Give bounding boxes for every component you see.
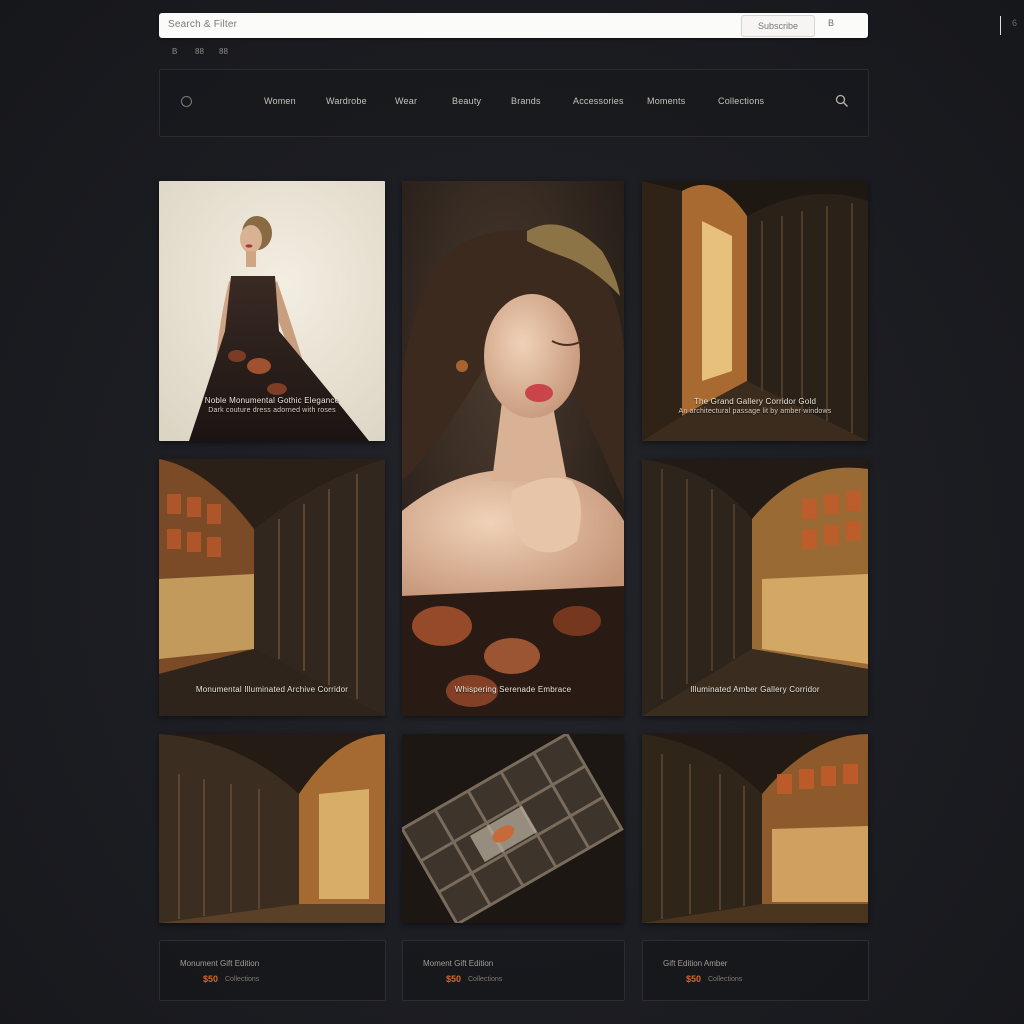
nav-item-beauty[interactable]: Beauty <box>452 96 481 106</box>
corridor-photo <box>642 459 868 716</box>
card-title: Gift Edition Amber <box>663 959 728 968</box>
tile-subcaption: Dark couture dress adorned with roses <box>208 407 336 414</box>
tile-subcaption: An architectural passage lit by amber wi… <box>678 408 832 415</box>
card-meta: Collections <box>225 976 260 983</box>
tile-caption: Monumental Illuminated Archive Corridor <box>195 685 349 694</box>
corridor-photo <box>159 734 385 923</box>
gallery-tile-corridor-2[interactable]: Monumental Illuminated Archive Corridor <box>159 459 385 716</box>
card-meta: Collections <box>708 976 743 983</box>
gallery-tile-corridor-1[interactable]: The Grand Gallery Corridor Gold An archi… <box>642 181 868 441</box>
tile-caption: Noble Monumental Gothic Elegance <box>204 396 340 405</box>
gallery-tile-dress[interactable]: Noble Monumental Gothic Elegance Dark co… <box>159 181 385 441</box>
gallery-tile-corridor-4[interactable] <box>159 734 385 923</box>
menu-icon[interactable]: 6 <box>1012 18 1017 28</box>
product-card[interactable]: Moment Gift Edition $50 Collections <box>402 940 625 1001</box>
nav-item-accessories[interactable]: Accessories <box>573 96 624 106</box>
toolbar-icon-3[interactable]: 88 <box>219 47 228 56</box>
corridor-photo <box>642 734 868 923</box>
product-card[interactable]: Monument Gift Edition $50 Collections <box>159 940 386 1001</box>
nav-item-moments[interactable]: Moments <box>647 96 685 106</box>
tile-caption: Illuminated Amber Gallery Corridor <box>690 685 820 694</box>
portrait-photo <box>402 181 624 716</box>
card-title: Monument Gift Edition <box>180 959 260 968</box>
shelves-photo <box>402 734 624 923</box>
search-icon[interactable] <box>835 94 849 108</box>
card-title: Moment Gift Edition <box>423 959 494 968</box>
card-price: $50 <box>446 974 462 984</box>
browser-address-bar[interactable]: Search & Filter Subscribe B 6 <box>159 13 1017 38</box>
nav-item-collections[interactable]: Collections <box>718 96 764 106</box>
product-card[interactable]: Gift Edition Amber $50 Collections <box>642 940 869 1001</box>
main-navigation: Women Wardrobe Wear Beauty Brands Access… <box>159 69 869 137</box>
toolbar-icon-1[interactable]: B <box>172 47 177 56</box>
gallery-tile-corridor-3[interactable]: Illuminated Amber Gallery Corridor <box>642 459 868 716</box>
card-meta: Collections <box>468 976 503 983</box>
nav-item-brands[interactable]: Brands <box>511 96 541 106</box>
nav-item-wardrobe[interactable]: Wardrobe <box>326 96 367 106</box>
card-price: $50 <box>203 974 219 984</box>
toolbar-icon-2[interactable]: 88 <box>195 47 204 56</box>
address-bar-divider <box>1000 16 1001 35</box>
logo-icon[interactable] <box>181 96 192 107</box>
corridor-photo <box>159 459 385 716</box>
tile-caption: Whispering Serenade Embrace <box>454 685 572 694</box>
nav-item-wear[interactable]: Wear <box>395 96 417 106</box>
gallery-tile-shelves[interactable] <box>402 734 624 923</box>
bookmark-icon[interactable]: B <box>828 18 834 28</box>
card-price: $50 <box>686 974 702 984</box>
subscribe-button[interactable]: Subscribe <box>741 15 815 37</box>
nav-item-women[interactable]: Women <box>264 96 296 106</box>
search-filter-text[interactable]: Search & Filter <box>168 19 237 30</box>
gallery-tile-corridor-5[interactable] <box>642 734 868 923</box>
gallery-tile-portrait[interactable]: Whispering Serenade Embrace <box>402 181 624 716</box>
tile-caption: The Grand Gallery Corridor Gold <box>693 397 817 406</box>
